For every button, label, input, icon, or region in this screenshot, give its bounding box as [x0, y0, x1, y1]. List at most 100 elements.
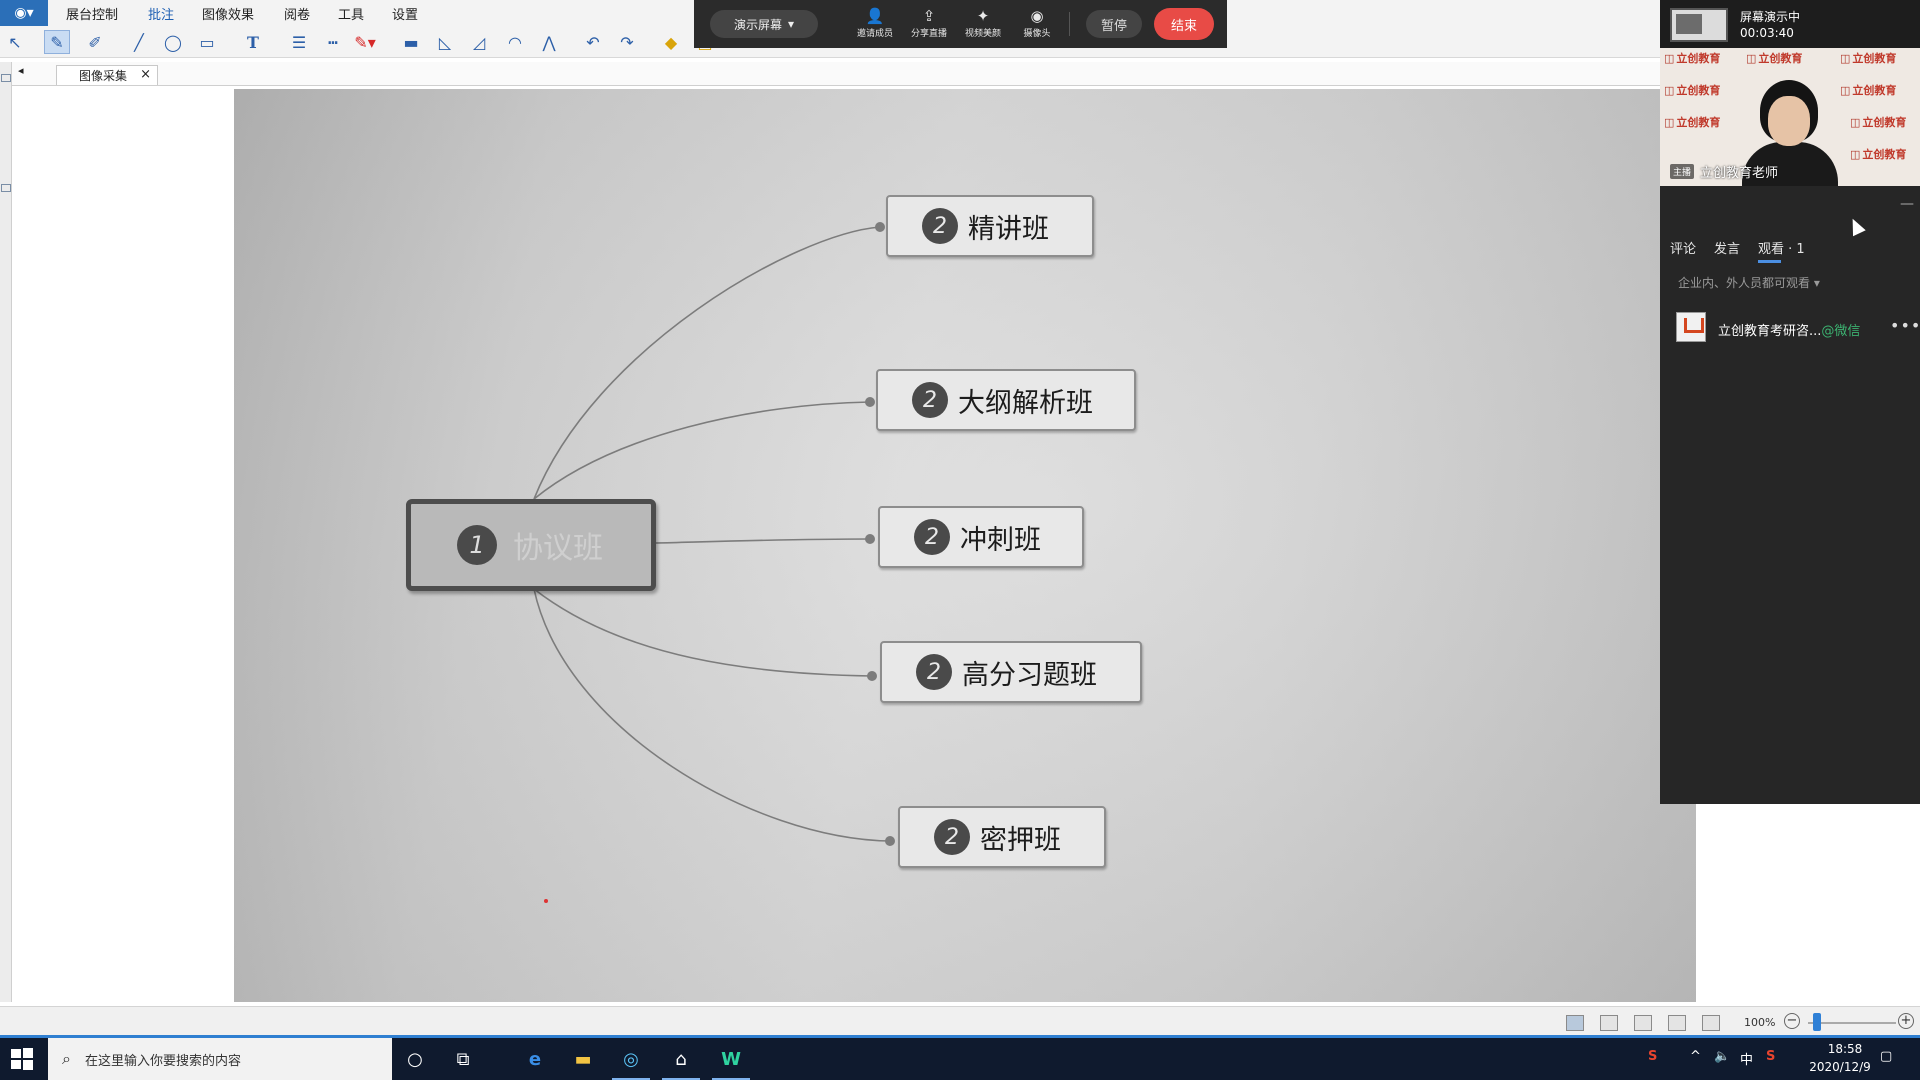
booth-app-icon[interactable]: ◎	[612, 1046, 650, 1080]
ellipse-tool-icon[interactable]: ◯	[160, 30, 186, 54]
set-square-tool-icon[interactable]: ◿	[466, 30, 492, 54]
node-label: 精讲班	[968, 213, 1049, 245]
menu-item-booth-control[interactable]: 展台控制	[66, 4, 118, 23]
pause-button[interactable]: 暂停	[1086, 10, 1142, 38]
presenting-timer: 00:03:40	[1740, 26, 1794, 40]
side-panel-icon[interactable]	[1, 74, 11, 82]
watermark-logo: 立创教育	[1746, 50, 1802, 66]
tab-image-capture[interactable]: 图像采集 ×	[56, 65, 159, 85]
tab-speak[interactable]: 发言	[1714, 238, 1740, 257]
invite-icon: 👤	[865, 7, 885, 25]
connector-line	[533, 401, 871, 500]
side-panel-icon[interactable]	[1, 184, 11, 192]
ruler-tool-icon[interactable]: ▬	[398, 30, 424, 54]
more-options-icon[interactable]: •••	[1890, 316, 1920, 335]
view-mode-button[interactable]	[1600, 1015, 1618, 1031]
clock-time[interactable]: 18:58	[1814, 1042, 1876, 1056]
presenter-name: 立创教育老师	[1700, 166, 1779, 181]
search-placeholder: 在这里输入你要搜索的内容	[84, 1053, 241, 1069]
zoom-out-icon[interactable]: −	[1784, 1013, 1800, 1029]
level-badge: 2	[922, 208, 958, 244]
video-beauty-button[interactable]: ✦ 视频美颜	[958, 6, 1008, 42]
chevron-down-icon: ▾	[787, 17, 795, 31]
cortana-icon[interactable]: ○	[402, 1046, 428, 1072]
ime-indicator[interactable]: 中	[1740, 1049, 1753, 1068]
close-icon[interactable]: ×	[140, 67, 151, 82]
live-side-panel: 屏幕演示中 00:03:40 立创教育 立创教育 立创教育 立创教育 立创教育 …	[1660, 0, 1920, 804]
highlighter-tool-icon[interactable]: ✐	[82, 30, 108, 54]
show-hidden-icons-icon[interactable]: ^	[1690, 1049, 1701, 1064]
watermark-logo: 立创教育	[1664, 50, 1720, 66]
pen-tool-icon[interactable]: ✎	[44, 30, 70, 54]
menu-item-tools[interactable]: 工具	[338, 4, 364, 23]
connector-dot	[865, 397, 875, 407]
visibility-dropdown[interactable]: 企业内、外人员都可观看 ▾	[1678, 274, 1820, 291]
notification-center-icon[interactable]: ▢	[1880, 1049, 1892, 1064]
undo-tool-icon[interactable]: ↶	[580, 30, 606, 54]
sogou-input-icon[interactable]: S	[1766, 1049, 1775, 1064]
file-explorer-icon[interactable]: ▬	[570, 1046, 596, 1072]
menu-item-grading[interactable]: 阅卷	[284, 4, 310, 23]
clock-date[interactable]: 2020/12/9	[1800, 1060, 1880, 1074]
view-mode-button[interactable]	[1702, 1015, 1720, 1031]
zoom-slider[interactable]	[1808, 1022, 1896, 1024]
line-tool-icon[interactable]: ╱	[126, 30, 152, 54]
connector-line	[655, 538, 871, 544]
tab-viewers[interactable]: 观看 · 1	[1758, 238, 1805, 263]
rectangle-tool-icon[interactable]: ▭	[194, 30, 220, 54]
end-button[interactable]: 结束	[1154, 8, 1214, 40]
line-style-tool-icon[interactable]: ┅	[320, 30, 346, 54]
camera-preview[interactable]: 立创教育 立创教育 立创教育 立创教育 立创教育 立创教育 立创教育 立创教育 …	[1660, 48, 1920, 186]
invite-members-button[interactable]: 👤 邀请成员	[850, 6, 900, 42]
color-tool-icon[interactable]: ✎▾	[352, 30, 378, 54]
share-live-button[interactable]: ⇪ 分享直播	[904, 6, 954, 42]
select-tool-icon[interactable]: ↖	[2, 30, 28, 54]
zoom-level: 100%	[1744, 1016, 1776, 1029]
sogou-tray-icon[interactable]: S	[1648, 1049, 1657, 1064]
menu-item-image-effects[interactable]: 图像效果	[202, 4, 254, 23]
connector-dot	[885, 836, 895, 846]
mindmap-root-node: 1 协议班	[406, 499, 656, 591]
windows-start-icon[interactable]	[10, 1047, 34, 1071]
text-tool-icon[interactable]: T	[240, 30, 266, 54]
zoom-in-icon[interactable]: +	[1898, 1013, 1914, 1029]
line-weight-tool-icon[interactable]: ☰	[286, 30, 312, 54]
tab-label: 图像采集	[79, 69, 128, 83]
view-mode-button[interactable]	[1566, 1015, 1584, 1031]
screen-thumbnail[interactable]	[1670, 8, 1728, 42]
connector-dot	[865, 534, 875, 544]
task-view-icon[interactable]: ⧉	[450, 1046, 476, 1072]
taskbar-search-box[interactable]: ⌕ 在这里输入你要搜索的内容	[48, 1038, 392, 1080]
camera-button[interactable]: ◉ 摄像头	[1012, 6, 1062, 42]
zoom-slider-handle[interactable]	[1812, 1013, 1821, 1031]
edge-browser-icon[interactable]: e	[522, 1046, 548, 1072]
wps-writer-icon[interactable]: W	[712, 1046, 750, 1080]
eraser-tool-icon[interactable]: ◆	[658, 30, 684, 54]
menu-item-annotate[interactable]: 批注	[143, 4, 179, 28]
level-badge: 2	[914, 519, 950, 555]
menu-item-settings[interactable]: 设置	[392, 4, 418, 23]
protractor-tool-icon[interactable]: ◠	[502, 30, 528, 54]
viewer-avatar	[1676, 312, 1706, 342]
app-logo-icon[interactable]: ◉▾	[0, 0, 48, 26]
share-icon: ⇪	[922, 7, 936, 25]
watermark-logo: 立创教育	[1840, 82, 1896, 98]
view-mode-button[interactable]	[1668, 1015, 1686, 1031]
button-label: 视频美颜	[964, 29, 1001, 39]
triangle-tool-icon[interactable]: ◺	[432, 30, 458, 54]
tab-comments[interactable]: 评论	[1670, 238, 1696, 257]
app-icon[interactable]: ⌂	[662, 1046, 700, 1080]
watermark-logo: 立创教育	[1840, 50, 1896, 66]
redo-tool-icon[interactable]: ↷	[614, 30, 640, 54]
compass-tool-icon[interactable]: ⋀	[536, 30, 562, 54]
minimize-icon[interactable]: —	[1900, 196, 1914, 212]
camera-icon: ◉	[1030, 7, 1044, 25]
tab-scroll-left-icon[interactable]: ◂	[18, 64, 24, 77]
button-label: 摄像头	[1023, 29, 1051, 39]
volume-icon[interactable]: 🔈	[1714, 1049, 1730, 1064]
present-screen-dropdown[interactable]: 演示屏幕 ▾	[710, 10, 818, 38]
node-label: 冲刺班	[960, 524, 1041, 556]
captured-image: 1 协议班 2 精讲班 2 大纲解析班 2 冲刺班 2 高分习题班 2 密押班	[234, 89, 1696, 1002]
connector-dot	[875, 222, 885, 232]
view-mode-button[interactable]	[1634, 1015, 1652, 1031]
